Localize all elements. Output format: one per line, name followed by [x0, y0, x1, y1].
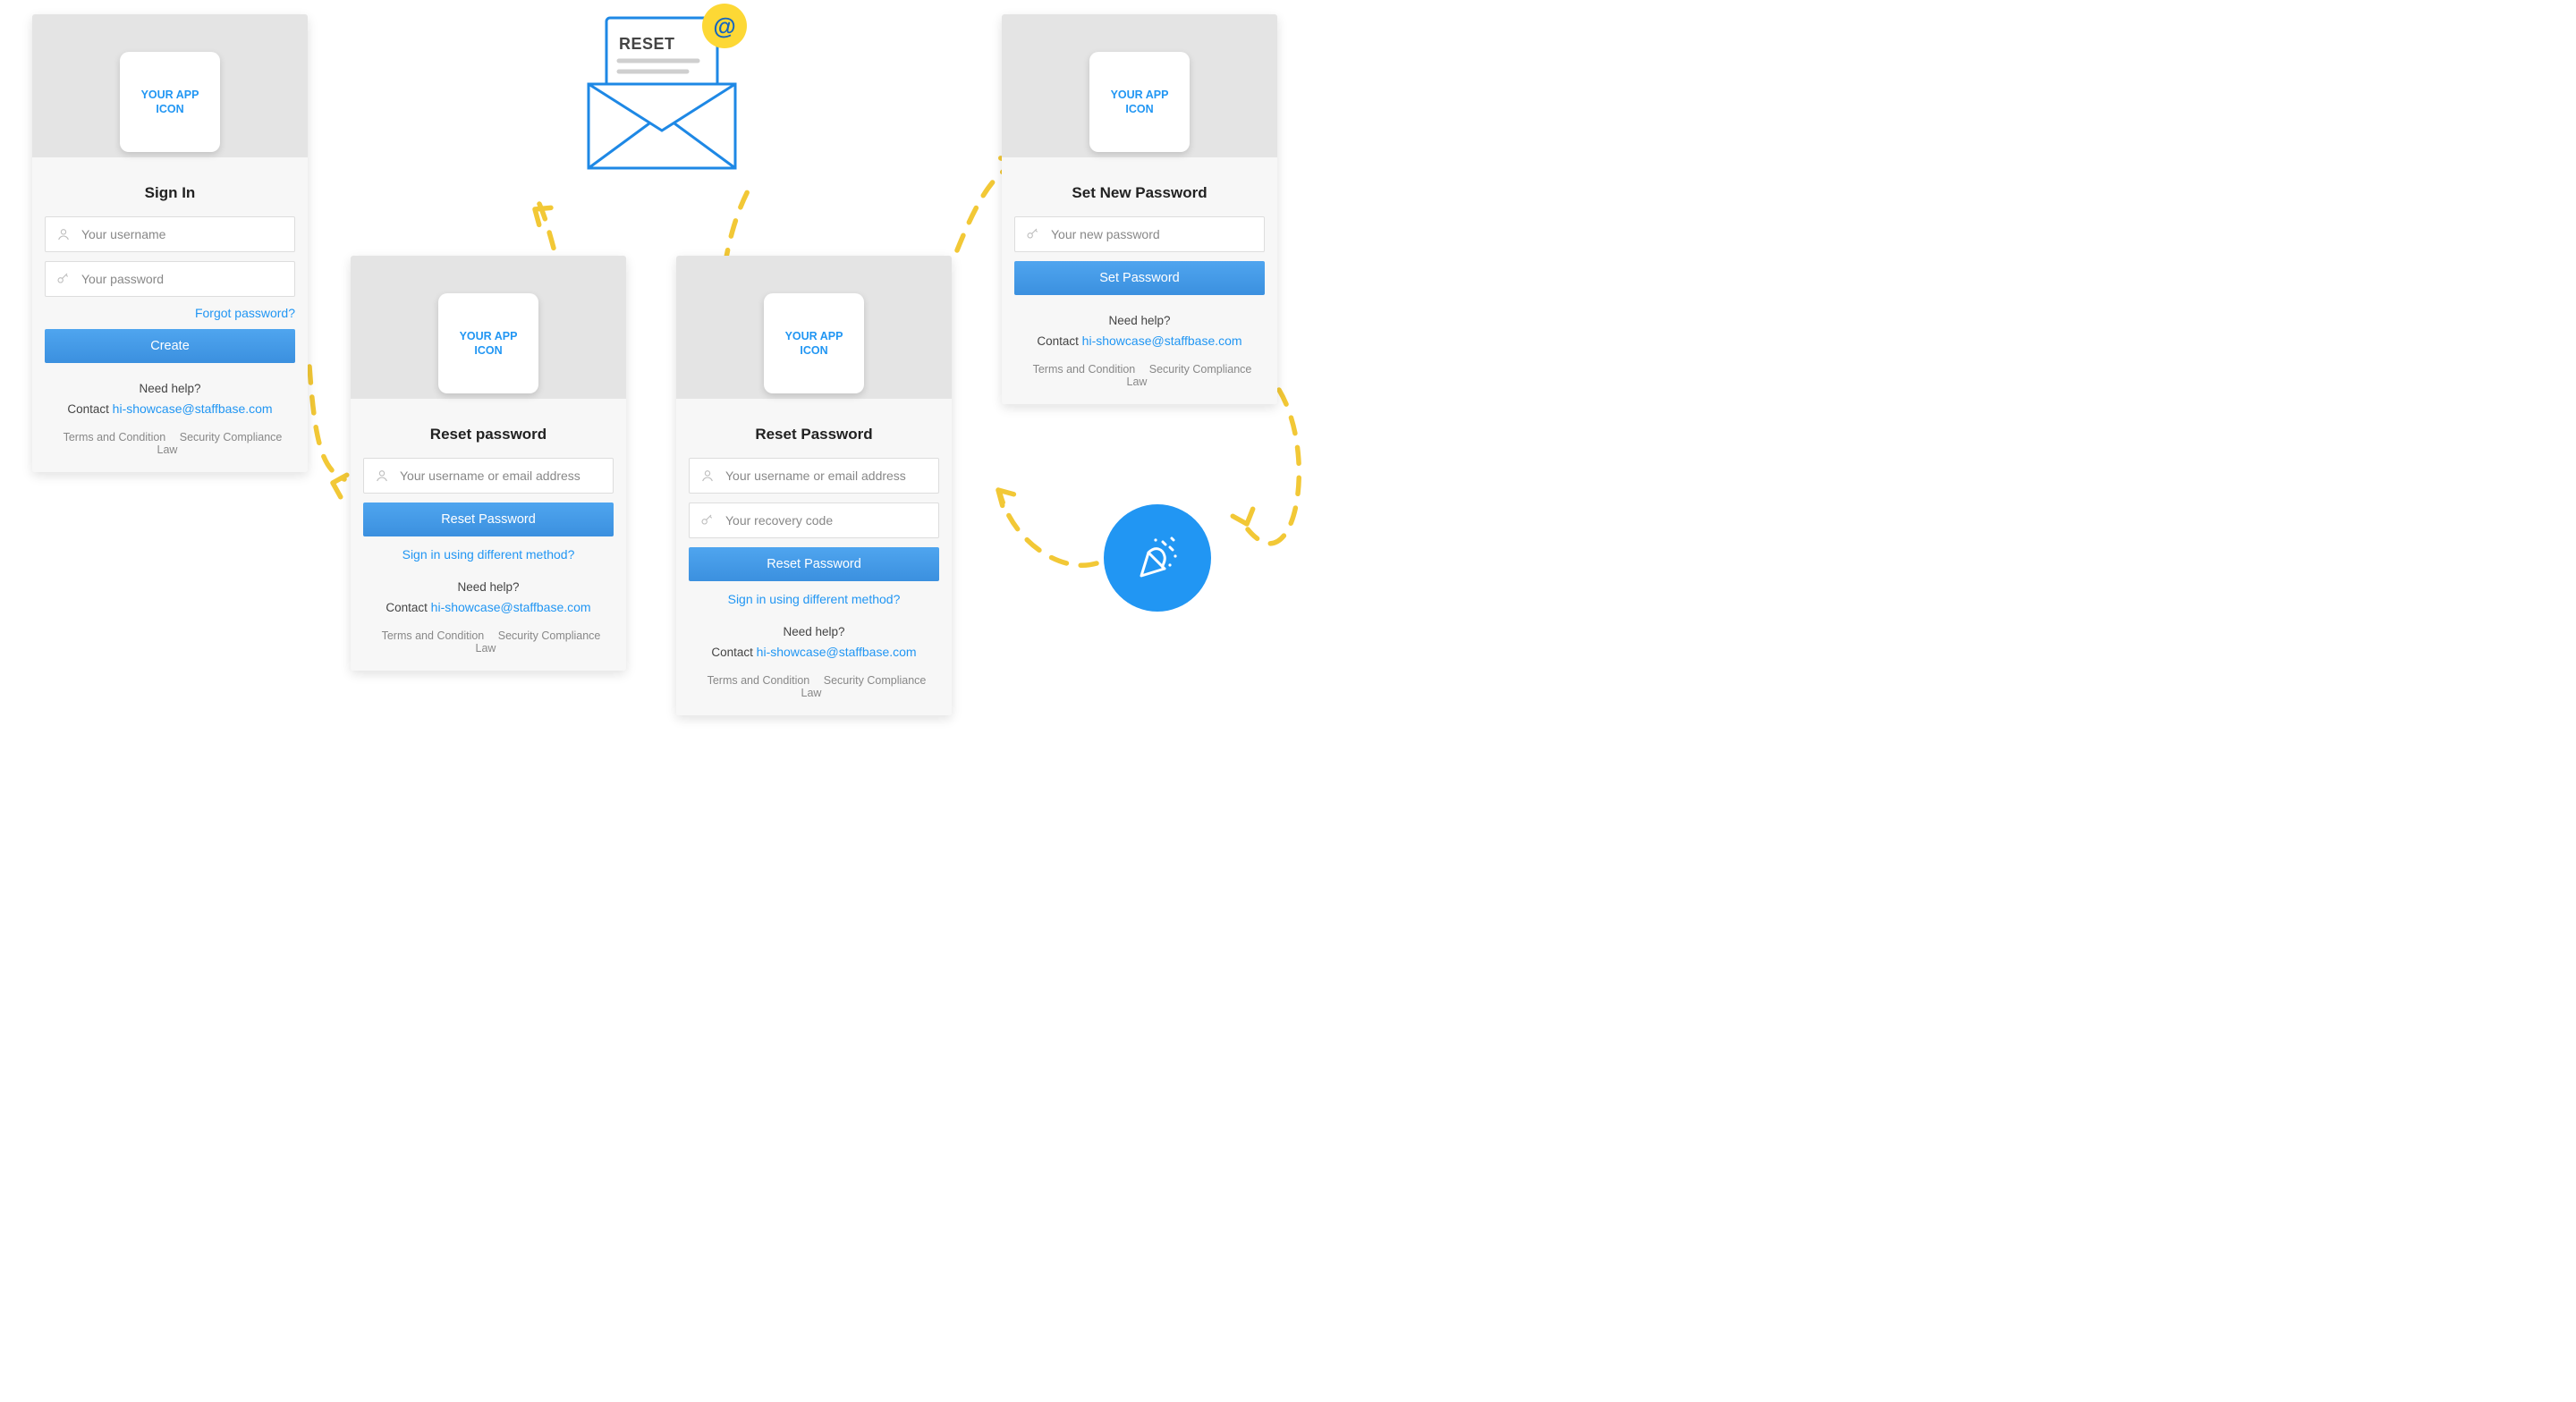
signin-different-method-link[interactable]: Sign in using different method? — [363, 547, 614, 562]
contact-email-link[interactable]: hi-showcase@staffbase.com — [113, 401, 273, 416]
user-icon — [373, 469, 391, 483]
reset-request-card: YOUR APP ICON Reset password Reset Passw… — [351, 256, 626, 671]
email-at-badge: @ — [702, 4, 747, 48]
key-icon — [699, 513, 716, 528]
compliance-link[interactable]: Security Compliance Law — [476, 629, 601, 655]
password-input[interactable] — [45, 261, 295, 297]
terms-link[interactable]: Terms and Condition — [64, 431, 166, 443]
reset-request-title: Reset password — [363, 426, 614, 443]
reset-password-button[interactable]: Reset Password — [689, 547, 939, 581]
identifier-input[interactable] — [689, 458, 939, 494]
terms-link[interactable]: Terms and Condition — [382, 629, 485, 642]
reset-email-illustration: RESET @ — [564, 5, 760, 184]
user-icon — [699, 469, 716, 483]
signin-different-method-link[interactable]: Sign in using different method? — [689, 592, 939, 606]
signin-card: YOUR APP ICON Sign In Forgot password? C… — [32, 14, 308, 472]
reset-code-title: Reset Password — [689, 426, 939, 443]
contact-email-link[interactable]: hi-showcase@staffbase.com — [757, 645, 917, 659]
key-icon — [1024, 227, 1042, 241]
signin-title: Sign In — [45, 184, 295, 202]
identifier-input[interactable] — [363, 458, 614, 494]
app-icon-placeholder: YOUR APP ICON — [764, 293, 864, 393]
reset-email-label: RESET — [619, 35, 675, 54]
compliance-link[interactable]: Security Compliance Law — [157, 431, 283, 456]
compliance-link[interactable]: Security Compliance Law — [1127, 363, 1252, 388]
terms-link[interactable]: Terms and Condition — [1033, 363, 1136, 376]
username-input[interactable] — [45, 216, 295, 252]
app-icon-placeholder: YOUR APP ICON — [438, 293, 538, 393]
success-celebration-icon — [1104, 504, 1211, 612]
contact-email-link[interactable]: hi-showcase@staffbase.com — [1082, 334, 1242, 348]
set-password-card: YOUR APP ICON Set New Password Set Passw… — [1002, 14, 1277, 404]
app-icon-placeholder: YOUR APP ICON — [120, 52, 220, 152]
reset-code-card: YOUR APP ICON Reset Password Reset Passw… — [676, 256, 952, 715]
help-block: Need help? Contact hi-showcase@staffbase… — [45, 379, 295, 418]
compliance-link[interactable]: Security Compliance Law — [801, 674, 927, 699]
user-icon — [55, 227, 72, 241]
terms-link[interactable]: Terms and Condition — [708, 674, 810, 687]
forgot-password-link[interactable]: Forgot password? — [195, 306, 295, 320]
set-password-title: Set New Password — [1014, 184, 1265, 202]
reset-password-button[interactable]: Reset Password — [363, 503, 614, 536]
app-icon-placeholder: YOUR APP ICON — [1089, 52, 1190, 152]
set-password-button[interactable]: Set Password — [1014, 261, 1265, 295]
help-block: Need help? Contact hi-showcase@staffbase… — [1014, 311, 1265, 350]
new-password-input[interactable] — [1014, 216, 1265, 252]
key-icon — [55, 272, 72, 286]
recovery-code-input[interactable] — [689, 503, 939, 538]
help-block: Need help? Contact hi-showcase@staffbase… — [689, 622, 939, 662]
create-button[interactable]: Create — [45, 329, 295, 363]
help-block: Need help? Contact hi-showcase@staffbase… — [363, 578, 614, 617]
contact-email-link[interactable]: hi-showcase@staffbase.com — [431, 600, 591, 614]
